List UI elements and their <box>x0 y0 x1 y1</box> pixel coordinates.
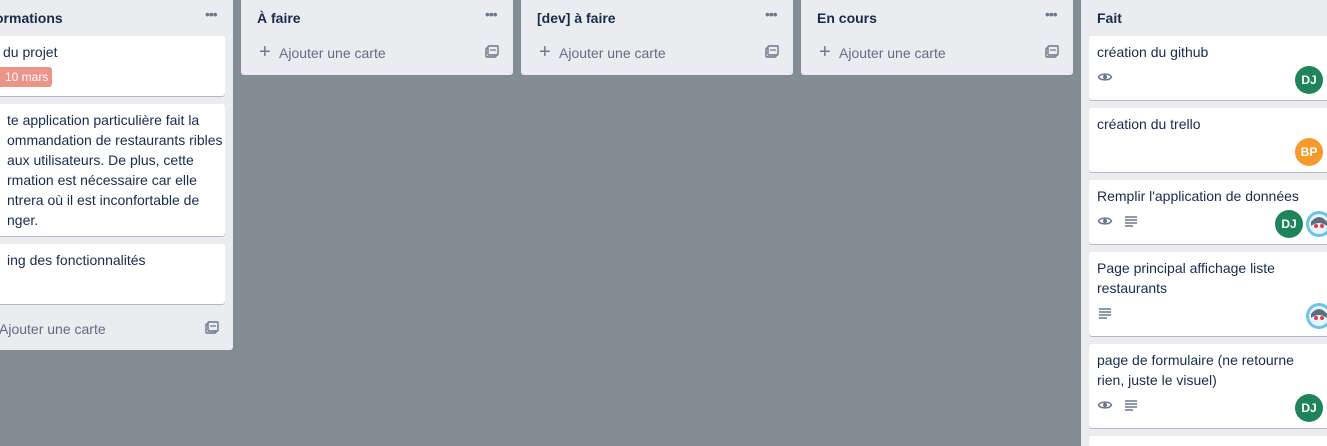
card-list: création du github DJ création du trello… <box>1081 36 1327 446</box>
card-badges <box>1097 392 1319 418</box>
card-list: du projet 10 mars te application particu… <box>0 36 233 304</box>
list-title[interactable]: En cours <box>817 10 877 26</box>
eye-icon <box>1097 401 1113 409</box>
card-template-icon[interactable] <box>765 45 779 59</box>
card-creation-github[interactable]: création du github DJ <box>1089 36 1327 100</box>
card-members: DJ <box>1295 394 1323 422</box>
plus-icon: + <box>259 41 271 63</box>
user-photo-avatar[interactable] <box>1305 210 1327 238</box>
description-icon <box>1125 400 1137 411</box>
list-title[interactable]: Fait <box>1097 10 1122 26</box>
list-menu-icon[interactable]: ••• <box>485 6 501 22</box>
list-title[interactable]: [dev] à faire <box>537 10 616 26</box>
add-card-button[interactable]: + Ajouter une carte <box>529 36 785 72</box>
card-badges: 10 mars <box>0 64 217 90</box>
card-members: DJ <box>1295 66 1323 94</box>
avatar[interactable]: DJ <box>1275 210 1303 238</box>
card-members <box>1305 302 1327 330</box>
add-card-label: Ajouter une carte <box>559 45 666 61</box>
list-menu-icon[interactable]: ••• <box>205 6 221 22</box>
list-menu-icon[interactable]: ••• <box>765 6 781 22</box>
avatar[interactable]: DJ <box>1295 66 1323 94</box>
card-fonctionnalites[interactable]: ing des fonctionnalités <box>0 244 225 304</box>
card-description[interactable]: te application particulière fait la omma… <box>0 104 225 236</box>
avatar[interactable]: DJ <box>1295 394 1323 422</box>
card-title: création du github <box>1097 44 1209 60</box>
card-page-principal[interactable]: Page principal affichage liste restauran… <box>1089 252 1327 336</box>
list-header[interactable]: [dev] à faire ••• <box>521 0 793 36</box>
card-title: Remplir l'application de données <box>1097 188 1299 204</box>
card-du-projet[interactable]: du projet 10 mars <box>0 36 225 96</box>
list-fait: Fait création du github DJ création du t… <box>1081 0 1327 446</box>
user-photo-avatar[interactable] <box>1305 302 1327 330</box>
eye-icon <box>1097 217 1113 225</box>
list-a-faire: À faire ••• + Ajouter une carte <box>241 0 513 75</box>
card-members: BP <box>1295 138 1323 166</box>
list-informations: ormations ••• du projet 10 mars te appli… <box>0 0 233 350</box>
card-badges <box>1097 300 1319 326</box>
card-partial[interactable] <box>1089 436 1327 446</box>
card-title: création du trello <box>1097 116 1201 132</box>
card-creation-trello[interactable]: création du trello BP <box>1089 108 1327 172</box>
card-template-icon[interactable] <box>205 321 219 335</box>
card-title: te application particulière fait la omma… <box>7 112 223 228</box>
add-card-label: Ajouter une carte <box>0 321 106 337</box>
card-template-icon[interactable] <box>485 45 499 59</box>
card-title: Page principal affichage liste restauran… <box>1097 260 1275 296</box>
list-en-cours: En cours ••• + Ajouter une carte <box>801 0 1073 75</box>
list-header[interactable]: ormations ••• <box>0 0 233 36</box>
description-icon <box>1125 216 1137 227</box>
eye-icon <box>1097 73 1113 81</box>
board: ormations ••• du projet 10 mars te appli… <box>0 0 1327 446</box>
card-template-icon[interactable] <box>1045 45 1059 59</box>
list-dev-a-faire: [dev] à faire ••• + Ajouter une carte <box>521 0 793 75</box>
add-card-button[interactable]: Ajouter une carte <box>0 312 225 348</box>
add-card-label: Ajouter une carte <box>839 45 946 61</box>
add-card-button[interactable]: + Ajouter une carte <box>249 36 505 72</box>
list-header[interactable]: À faire ••• <box>241 0 513 36</box>
list-title[interactable]: À faire <box>257 10 301 26</box>
card-title: du projet <box>3 44 58 60</box>
list-header[interactable]: En cours ••• <box>801 0 1073 36</box>
avatar[interactable]: BP <box>1295 138 1323 166</box>
plus-icon: + <box>819 41 831 63</box>
due-date-badge[interactable]: 10 mars <box>0 67 53 87</box>
card-page-formulaire[interactable]: page de formulaire (ne retourne rien, ju… <box>1089 344 1327 428</box>
card-members: DJ <box>1275 210 1327 238</box>
plus-icon: + <box>539 41 551 63</box>
add-card-button[interactable]: + Ajouter une carte <box>809 36 1065 72</box>
list-header[interactable]: Fait <box>1081 0 1327 36</box>
add-card-label: Ajouter une carte <box>279 45 386 61</box>
description-icon <box>1099 308 1111 319</box>
list-title[interactable]: ormations <box>0 10 63 26</box>
card-title: page de formulaire (ne retourne rien, ju… <box>1097 352 1294 388</box>
card-badges <box>1097 64 1319 90</box>
card-remplir-application[interactable]: Remplir l'application de données DJ <box>1089 180 1327 244</box>
list-menu-icon[interactable]: ••• <box>1045 6 1061 22</box>
card-title: ing des fonctionnalités <box>7 252 146 268</box>
